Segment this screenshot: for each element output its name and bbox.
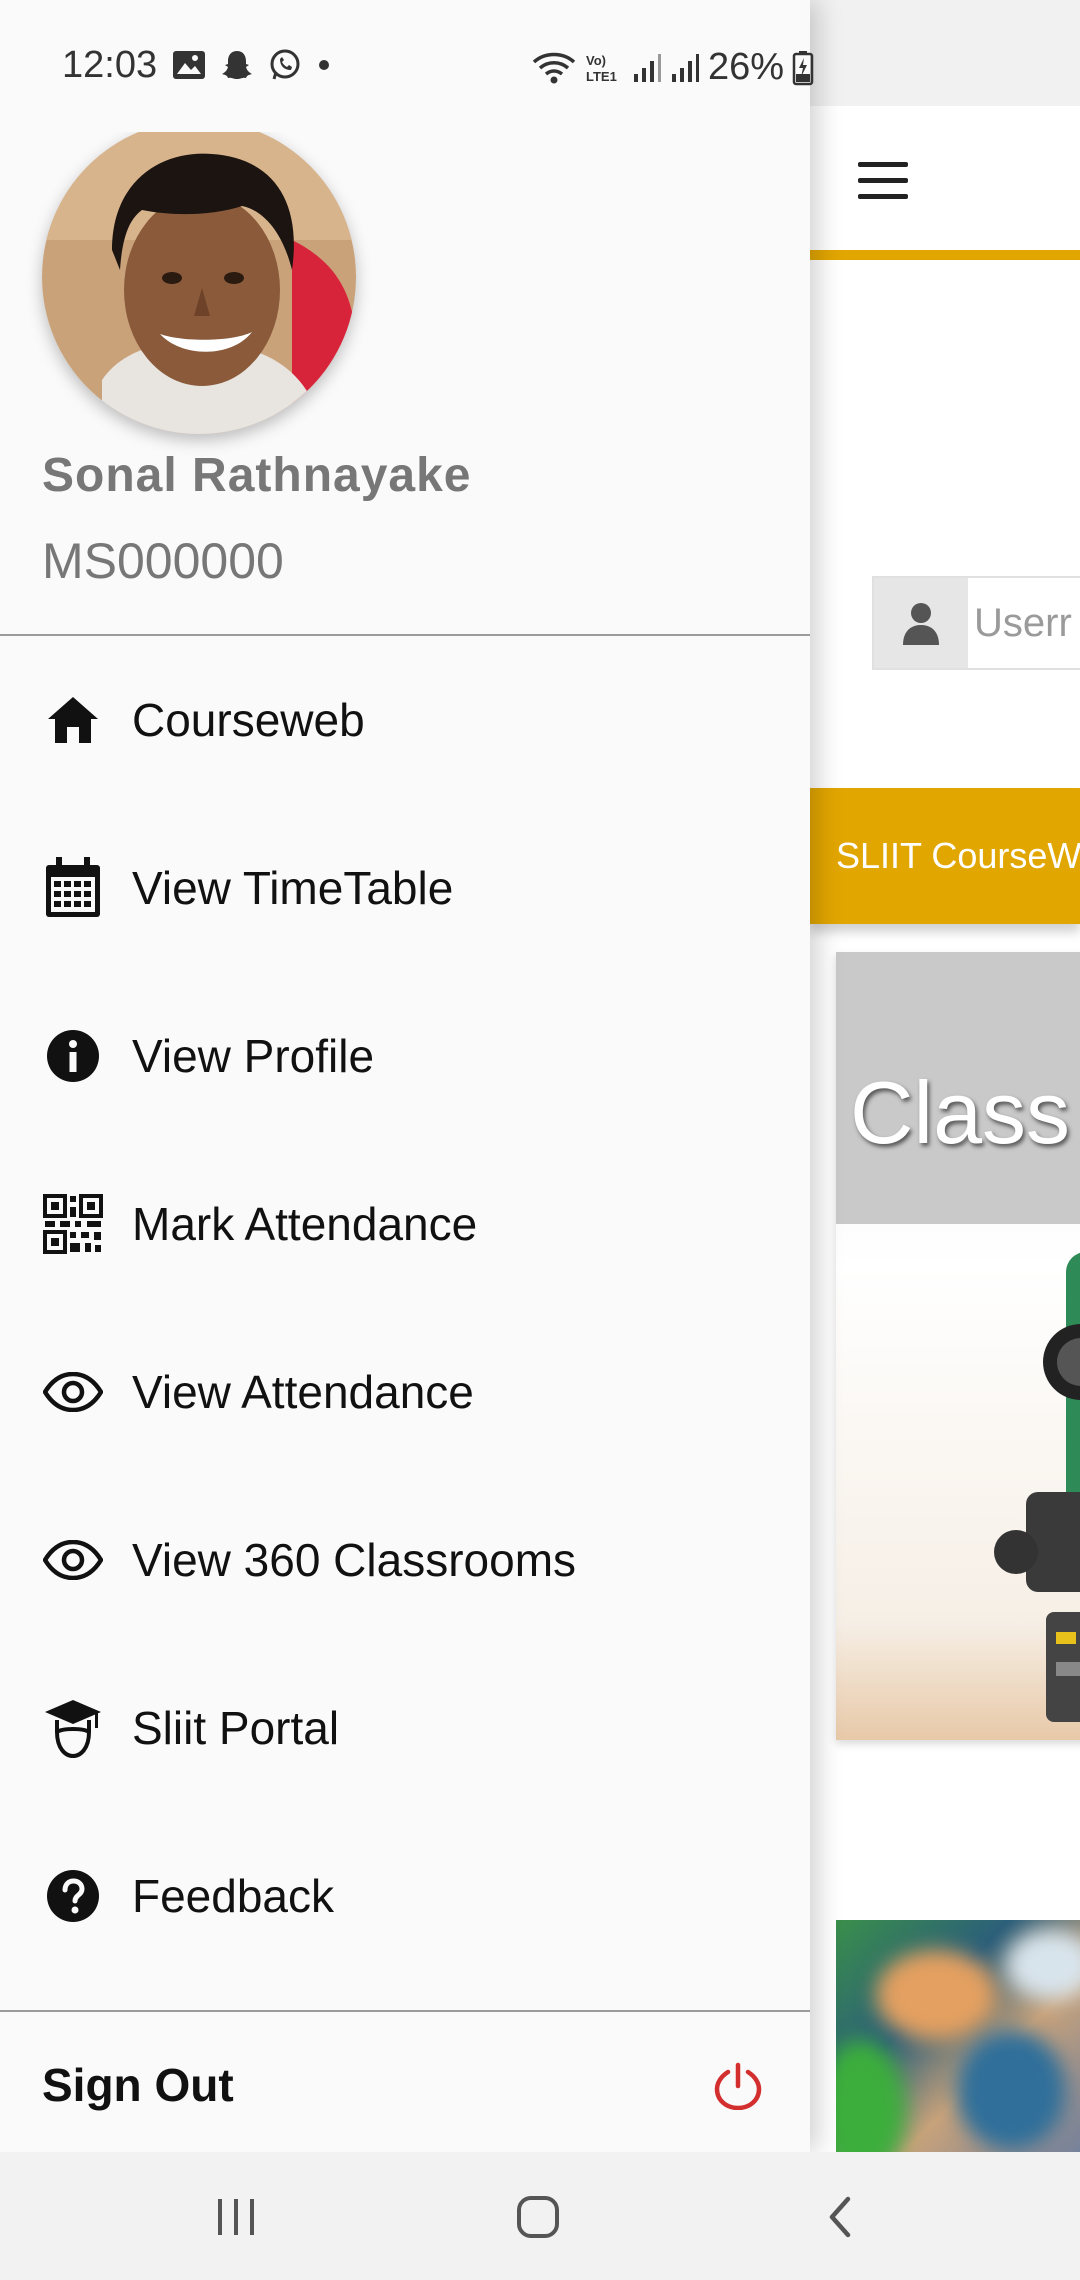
- user-name: Sonal Rathnayake: [42, 449, 472, 502]
- svg-text:LTE1: LTE1: [586, 69, 617, 84]
- menu-item-label: Courseweb: [132, 694, 365, 746]
- home-icon: [42, 689, 104, 751]
- background-app: SLIIT CourseW Class: [810, 0, 1080, 2152]
- notification-icons: [172, 48, 332, 82]
- menu-item-sliit-portal[interactable]: Sliit Portal: [0, 1644, 810, 1812]
- courseweb-banner[interactable]: SLIIT CourseW: [810, 788, 1080, 924]
- menu-item-label: View Profile: [132, 1030, 375, 1082]
- calendar-icon: [42, 857, 104, 919]
- menu-item-label: View TimeTable: [132, 862, 454, 914]
- menu-item-label: Mark Attendance: [132, 1198, 478, 1250]
- info-icon: [42, 1025, 104, 1087]
- whatsapp-icon: [270, 49, 300, 80]
- eye-icon: [42, 1361, 104, 1423]
- qr-code-icon: [42, 1193, 104, 1255]
- signal-icon: [672, 53, 699, 82]
- menu-item-label: Sliit Portal: [132, 1702, 340, 1754]
- snapchat-icon: [222, 51, 252, 79]
- dot-icon: [319, 60, 329, 70]
- menu-item-label: View Attendance: [132, 1366, 474, 1418]
- menu-item-view-360-classrooms[interactable]: View 360 Classrooms: [0, 1476, 810, 1644]
- sign-out-button[interactable]: Sign Out: [0, 2012, 810, 2152]
- volte-icon: Vo)LTE1: [586, 53, 617, 84]
- back-icon[interactable]: [800, 2182, 880, 2252]
- graduation-cap-icon: [42, 1697, 104, 1759]
- user-id: MS000000: [42, 533, 284, 589]
- menu-item-view-timetable[interactable]: View TimeTable: [0, 804, 810, 972]
- battery-icon: [792, 50, 814, 85]
- username-field[interactable]: [872, 576, 1080, 670]
- menu-item-label: Feedback: [132, 1870, 335, 1922]
- power-icon: [714, 2062, 762, 2110]
- battery-percentage: 26%: [708, 46, 785, 88]
- app-header: [810, 106, 1080, 260]
- menu-item-view-attendance[interactable]: View Attendance: [0, 1308, 810, 1476]
- svg-text:Vo): Vo): [586, 53, 606, 68]
- gallery-icon: [173, 51, 205, 79]
- classroom-photo[interactable]: [836, 1920, 1080, 2152]
- app-top-strip: [810, 0, 1080, 106]
- menu-item-mark-attendance[interactable]: Mark Attendance: [0, 1140, 810, 1308]
- signal-icon: [634, 53, 661, 82]
- avatar[interactable]: [42, 120, 356, 434]
- status-time: 12:03: [62, 44, 158, 86]
- user-icon: [874, 578, 968, 668]
- status-bar: 12:03 Vo) LTE1 26%: [0, 0, 814, 132]
- sign-out-label: Sign Out: [42, 2059, 234, 2111]
- wifi-icon: [532, 52, 576, 83]
- home-icon[interactable]: [498, 2182, 578, 2252]
- system-icons: Vo) LTE1 26%: [532, 46, 814, 89]
- hamburger-menu-icon[interactable]: [858, 162, 912, 204]
- system-navigation-bar: [0, 2152, 1080, 2280]
- username-input[interactable]: [974, 578, 1080, 668]
- recent-apps-icon[interactable]: [196, 2182, 276, 2252]
- menu-item-view-profile[interactable]: View Profile: [0, 972, 810, 1140]
- menu-item-label: View 360 Classrooms: [132, 1534, 577, 1586]
- navigation-drawer: Sonal Rathnayake MS000000 Courseweb View…: [0, 0, 810, 2152]
- eye-icon: [42, 1529, 104, 1591]
- menu-item-feedback[interactable]: Feedback: [0, 1812, 810, 1980]
- class-card[interactable]: Class: [836, 952, 1080, 1740]
- menu-item-courseweb[interactable]: Courseweb: [0, 636, 810, 804]
- surveying-instrument-image: [994, 1252, 1080, 1722]
- help-icon: [42, 1865, 104, 1927]
